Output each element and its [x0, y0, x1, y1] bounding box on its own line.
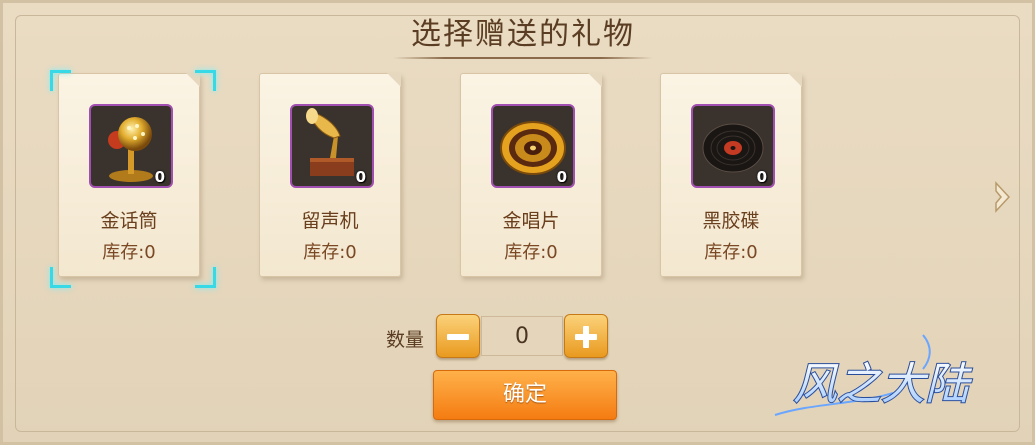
- gift-slot: 0: [290, 104, 374, 188]
- game-logo: 风之大陆: [774, 334, 974, 416]
- gift-card-gramophone[interactable]: 0 留声机 库存:0: [259, 73, 401, 277]
- gift-dialog: 选择赠送的礼物 0 金话筒 库存:0 0 留声机 库存:0 0 金唱片 库存:0…: [0, 0, 1035, 445]
- page-fold: [387, 73, 401, 87]
- selection-corner-top-left: [50, 70, 71, 91]
- gift-slot: 0: [691, 104, 775, 188]
- gift-stock: 库存:0: [102, 242, 156, 263]
- selection-corner-bottom-left: [50, 267, 71, 288]
- gift-slot: 0: [89, 104, 173, 188]
- title-underline: [393, 57, 653, 59]
- increase-quantity-button[interactable]: [564, 314, 608, 358]
- selection-corner-top-right: [195, 70, 216, 91]
- page-fold: [788, 73, 802, 87]
- gift-name: 黑胶碟: [702, 210, 760, 232]
- gift-name: 金唱片: [502, 210, 560, 232]
- gift-stock: 库存:0: [303, 242, 357, 263]
- page-fold: [588, 73, 602, 87]
- gift-card-vinyl-record[interactable]: 0 黑胶碟 库存:0: [660, 73, 802, 277]
- quantity-label: 数量: [386, 329, 425, 351]
- gift-count: 0: [756, 168, 767, 186]
- next-page-arrow-icon[interactable]: [993, 181, 1011, 213]
- decrease-quantity-button[interactable]: [436, 314, 480, 358]
- selection-corner-bottom-right: [195, 267, 216, 288]
- quantity-input[interactable]: 0: [481, 316, 563, 356]
- plus-icon-vertical: [583, 326, 589, 348]
- gift-count: 0: [355, 168, 366, 186]
- gift-name: 留声机: [301, 210, 359, 232]
- gift-slot: 0: [491, 104, 575, 188]
- dialog-title: 选择赠送的礼物: [411, 17, 635, 52]
- gift-stock: 库存:0: [504, 242, 558, 263]
- gift-name: 金话筒: [100, 210, 158, 232]
- gift-card-gold-record[interactable]: 0 金唱片 库存:0: [460, 73, 602, 277]
- svg-text:风之大陆: 风之大陆: [793, 359, 973, 410]
- gift-card-golden-microphone[interactable]: 0 金话筒 库存:0: [58, 73, 200, 277]
- gift-count: 0: [556, 168, 567, 186]
- minus-icon: [447, 334, 469, 340]
- gift-count: 0: [154, 168, 165, 186]
- gift-stock: 库存:0: [704, 242, 758, 263]
- confirm-button[interactable]: 确定: [433, 370, 617, 420]
- dialog-header: 选择赠送的礼物: [393, 15, 653, 59]
